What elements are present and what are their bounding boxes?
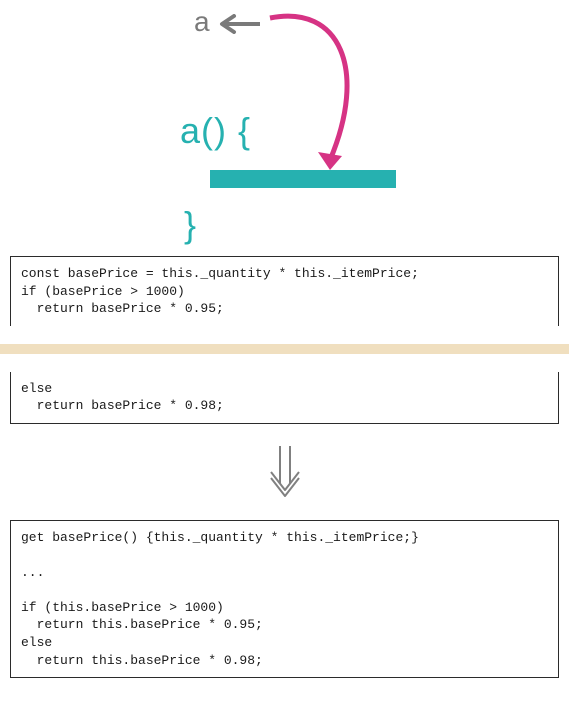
code-before-bottom: else return basePrice * 0.98; [10,372,559,424]
transform-arrow [0,430,569,514]
page-separator [0,344,569,354]
arrow-left-icon [218,14,262,34]
refactoring-diagram: a a() { } [0,0,569,250]
func-a-open: a() { [180,110,251,152]
func-a-close: } [184,204,196,246]
curved-arrow-icon [260,10,380,180]
code-body-bar [210,170,396,188]
var-a-label: a [194,6,210,38]
code-after: get basePrice() {this._quantity * this._… [10,520,559,678]
code-before-top: const basePrice = this._quantity * this.… [10,256,559,326]
double-down-arrow-icon [265,444,305,498]
